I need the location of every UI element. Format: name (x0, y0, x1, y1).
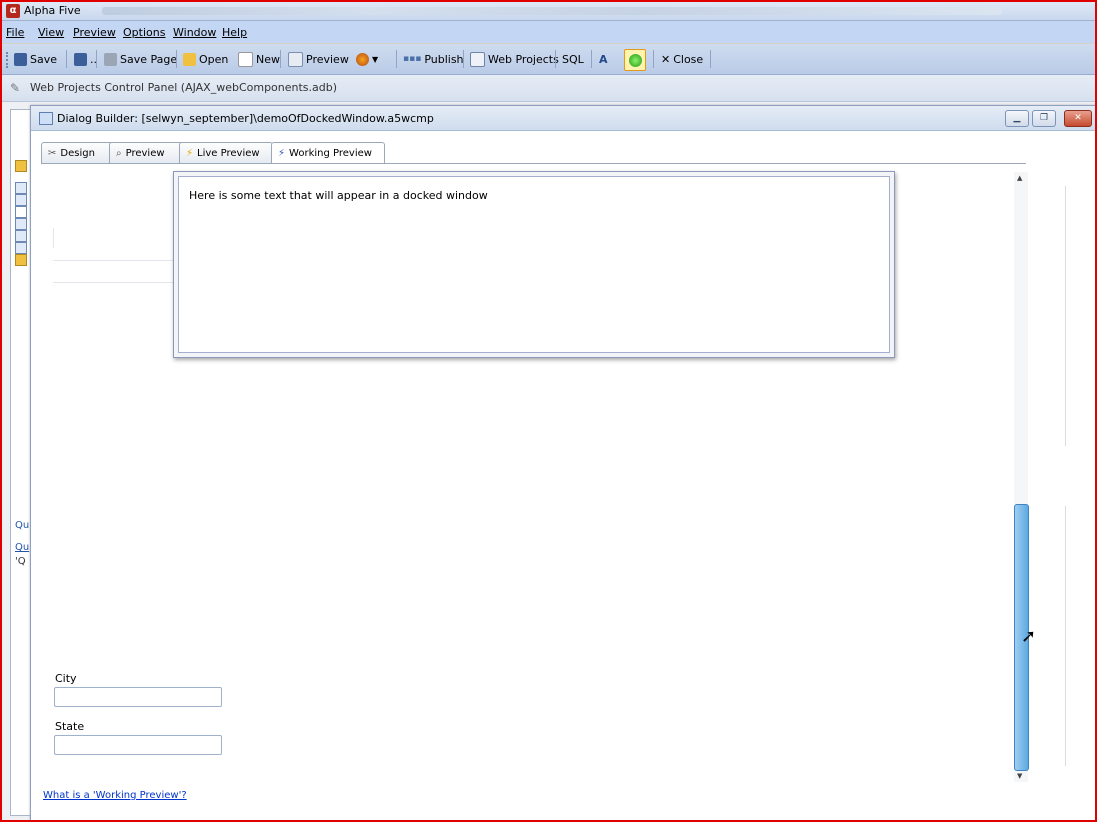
toolbar-separator (555, 50, 556, 68)
preview-icon (288, 51, 303, 67)
docked-window-text: Here is some text that will appear in a … (189, 189, 488, 202)
save-as-icon (74, 52, 87, 66)
save-page-icon (104, 52, 117, 66)
workspace: ✎ Web Projects Control Panel (AJAX_webCo… (2, 75, 1096, 822)
tab-divider (41, 163, 1026, 164)
lightning-icon: ⚡ (278, 148, 286, 159)
toolbar-separator (396, 50, 397, 68)
control-panel-bar[interactable]: ✎ Web Projects Control Panel (AJAX_webCo… (2, 75, 1095, 102)
control-panel-title: Web Projects Control Panel (AJAX_webComp… (30, 81, 338, 94)
toolbar-separator (591, 50, 592, 68)
text-icon[interactable] (15, 206, 27, 218)
ghost-divider (53, 260, 173, 261)
font-style-icon: A (599, 52, 608, 66)
tools-icon: ✂ (48, 147, 57, 159)
left-panel-text: 'Q (15, 556, 26, 567)
toolbar-separator (280, 50, 281, 68)
working-preview-help-link[interactable]: What is a 'Working Preview'? (43, 790, 187, 801)
left-panel-link[interactable]: Qu (15, 542, 29, 553)
preview-button[interactable]: Preview (288, 50, 349, 68)
control-panel-icon: ✎ (10, 81, 21, 95)
dialog-title-bar[interactable]: Dialog Builder: [selwyn_september]\demoO… (31, 106, 1095, 131)
save-button[interactable]: Save (14, 50, 57, 68)
decor-line (1065, 506, 1066, 766)
menu-help[interactable]: Help (222, 26, 247, 39)
main-toolbar: Save .. Save Page Open New Preview ▼ ▪▪▪… (2, 44, 1095, 75)
city-input[interactable] (54, 687, 222, 707)
save-icon (14, 52, 27, 66)
firefox-icon (356, 52, 369, 66)
web-projects-icon (470, 51, 485, 67)
mouse-cursor-icon: ➚ (1021, 626, 1037, 647)
decor-line (1065, 186, 1066, 446)
dialog-icon (39, 112, 53, 125)
chart-icon[interactable] (15, 230, 27, 242)
toolbar-separator (176, 50, 177, 68)
menu-options[interactable]: Options (123, 26, 165, 39)
toolbar-separator (653, 50, 654, 68)
menu-preview[interactable]: Preview (73, 26, 116, 39)
tab-working-preview[interactable]: ⚡ Working Preview (271, 142, 385, 164)
ghost-divider (53, 282, 173, 283)
vertical-scrollbar[interactable]: ▲ ▼ (1014, 172, 1029, 782)
window-title: Alpha Five (24, 4, 81, 17)
open-button[interactable]: Open (183, 50, 228, 68)
dialog-close-button[interactable]: ✕ (1064, 110, 1092, 127)
scroll-down-icon[interactable]: ▼ (1017, 772, 1022, 780)
restore-button[interactable]: ❐ (1032, 110, 1056, 127)
close-icon: ✕ (661, 52, 671, 66)
toolbar-separator (710, 50, 711, 68)
sql-button[interactable]: SQL (562, 50, 584, 68)
folder-icon (183, 52, 196, 66)
publish-button[interactable]: ▪▪▪ Publish (403, 50, 464, 68)
docked-window-body: Here is some text that will appear in a … (178, 176, 890, 353)
menu-window[interactable]: Window (173, 26, 216, 39)
scroll-up-icon[interactable]: ▲ (1017, 174, 1022, 182)
font-style-button[interactable]: A (599, 50, 608, 68)
tab-design[interactable]: ✂ Design (41, 142, 113, 163)
publish-icon: ▪▪▪ (403, 54, 422, 64)
dialog-builder-window: Dialog Builder: [selwyn_september]\demoO… (30, 105, 1096, 822)
green-status-icon (628, 53, 642, 67)
toolbar-separator (463, 50, 464, 68)
title-path-blur (102, 7, 1002, 15)
web-projects-button[interactable]: Web Projects (470, 50, 559, 68)
save-as-button[interactable]: .. (74, 50, 97, 68)
folder-icon[interactable] (15, 254, 27, 266)
image-icon[interactable] (15, 194, 27, 206)
left-panel-text: Qu (15, 520, 30, 531)
state-label: State (55, 720, 85, 733)
toolbar-separator (96, 50, 97, 68)
menu-file[interactable]: File (6, 26, 24, 39)
title-bar: α Alpha Five (2, 2, 1095, 21)
close-button[interactable]: ✕ Close (661, 50, 703, 68)
tab-live-preview[interactable]: ⚡ Live Preview (179, 142, 273, 163)
docked-window[interactable]: Here is some text that will appear in a … (173, 171, 895, 358)
state-input[interactable] (54, 735, 222, 755)
lightning-icon: ⚡ (186, 147, 194, 159)
new-document-icon (238, 51, 253, 67)
toolbar-grip[interactable] (6, 52, 10, 68)
tab-preview[interactable]: ⌕ Preview (109, 142, 183, 163)
chevron-down-icon: ▼ (372, 54, 379, 64)
city-label: City (55, 672, 77, 685)
grid-icon[interactable] (15, 182, 27, 194)
alpha-five-icon: α (6, 4, 20, 18)
firefox-dropdown-button[interactable]: ▼ (356, 50, 378, 68)
dialog-title: Dialog Builder: [selwyn_september]\demoO… (57, 112, 434, 125)
toolbar-separator (66, 50, 67, 68)
folder-icon[interactable] (15, 160, 27, 172)
page-icon[interactable] (15, 218, 27, 230)
new-button[interactable]: New (238, 50, 280, 68)
ghost-divider (53, 228, 54, 248)
menu-view[interactable]: View (38, 26, 64, 39)
save-page-button[interactable]: Save Page (104, 50, 177, 68)
menu-bar: File View Preview Options Window Help (2, 21, 1095, 43)
minimize-button[interactable]: ▁ (1005, 110, 1029, 127)
preview-icon: ⌕ (116, 147, 122, 159)
status-toggle-button[interactable] (624, 49, 646, 71)
report-icon[interactable] (15, 242, 27, 254)
